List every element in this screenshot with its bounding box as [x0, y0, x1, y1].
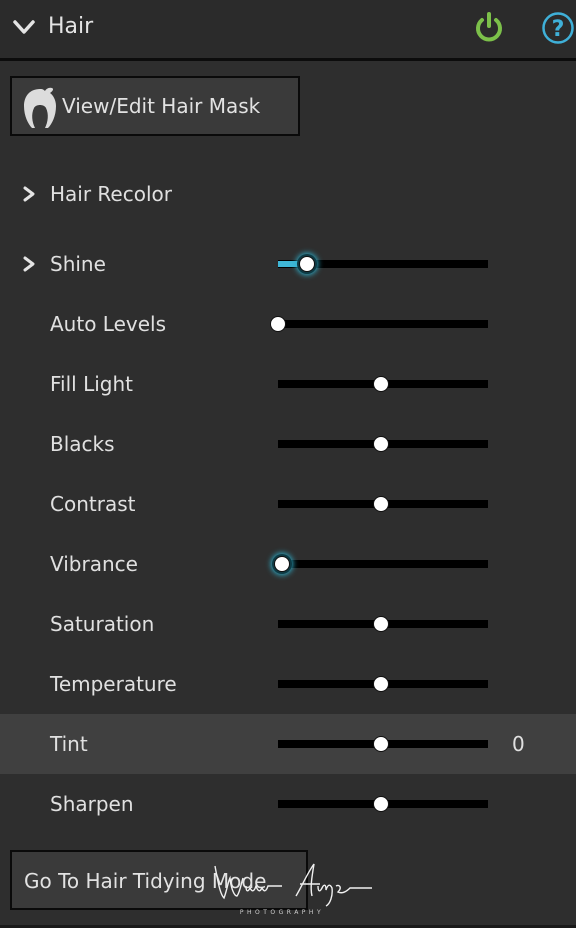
watermark-subtitle: PHOTOGRAPHY — [240, 909, 324, 916]
hair-icon — [24, 87, 56, 128]
panel-header: Hair ? — [0, 0, 576, 61]
slider-knob[interactable] — [372, 736, 389, 752]
slider-row-tint: Tint 0 — [0, 714, 576, 774]
tidy-button-label: Go To Hair Tidying Mode — [24, 869, 267, 893]
slider-row-fill-light: Fill Light — [0, 354, 576, 414]
slider-label: Blacks — [50, 432, 115, 456]
temperature-slider[interactable] — [278, 676, 488, 692]
slider-row-auto-levels: Auto Levels — [0, 294, 576, 354]
slider-label: Auto Levels — [50, 312, 167, 336]
slider-knob[interactable] — [274, 556, 291, 572]
section-hair-recolor[interactable]: Hair Recolor — [0, 164, 576, 224]
slider-row-saturation: Saturation — [0, 594, 576, 654]
slider-knob[interactable] — [372, 376, 389, 392]
contrast-slider[interactable] — [278, 496, 488, 512]
slider-row-shine: Shine — [0, 234, 576, 294]
go-to-hair-tidying-mode-button[interactable]: Go To Hair Tidying Mode — [10, 850, 308, 910]
slider-knob[interactable] — [270, 316, 286, 332]
slider-label: Contrast — [50, 492, 136, 516]
power-icon[interactable] — [472, 11, 506, 45]
slider-row-vibrance: Vibrance — [0, 534, 576, 594]
blacks-slider[interactable] — [278, 436, 488, 452]
slider-knob[interactable] — [299, 256, 316, 272]
slider-knob[interactable] — [372, 436, 389, 452]
slider-row-blacks: Blacks — [0, 414, 576, 474]
panel-title: Hair — [48, 14, 94, 39]
slider-label: Fill Light — [50, 372, 133, 396]
view-edit-hair-mask-button[interactable]: View/Edit Hair Mask — [10, 76, 300, 136]
vibrance-slider[interactable] — [274, 556, 488, 572]
view-edit-hair-mask-label: View/Edit Hair Mask — [62, 94, 261, 118]
slider-row-temperature: Temperature — [0, 654, 576, 714]
slider-label: Tint — [50, 732, 88, 756]
chevron-right-icon — [23, 186, 35, 202]
shine-slider[interactable] — [278, 256, 488, 272]
slider-row-sharpen: Sharpen — [0, 774, 576, 834]
slider-knob[interactable] — [372, 496, 389, 512]
fill-light-slider[interactable] — [278, 376, 488, 392]
slider-knob[interactable] — [372, 796, 389, 812]
tint-slider[interactable] — [278, 736, 488, 752]
slider-label: Sharpen — [50, 792, 134, 816]
slider-knob[interactable] — [372, 616, 389, 632]
slider-label: Saturation — [50, 612, 155, 636]
slider-row-contrast: Contrast — [0, 474, 576, 534]
slider-label: Vibrance — [50, 552, 138, 576]
sharpen-slider[interactable] — [278, 796, 488, 812]
saturation-slider[interactable] — [278, 616, 488, 632]
slider-value: 0 — [512, 732, 525, 756]
slider-label: Shine — [50, 252, 106, 276]
section-label: Hair Recolor — [50, 182, 172, 206]
slider-knob[interactable] — [372, 676, 389, 692]
chevron-right-icon[interactable] — [22, 255, 36, 273]
svg-text:?: ? — [552, 17, 565, 42]
slider-label: Temperature — [50, 672, 177, 696]
auto-levels-slider[interactable] — [270, 316, 488, 332]
chevron-down-icon[interactable] — [12, 18, 36, 36]
help-icon[interactable]: ? — [541, 11, 575, 45]
